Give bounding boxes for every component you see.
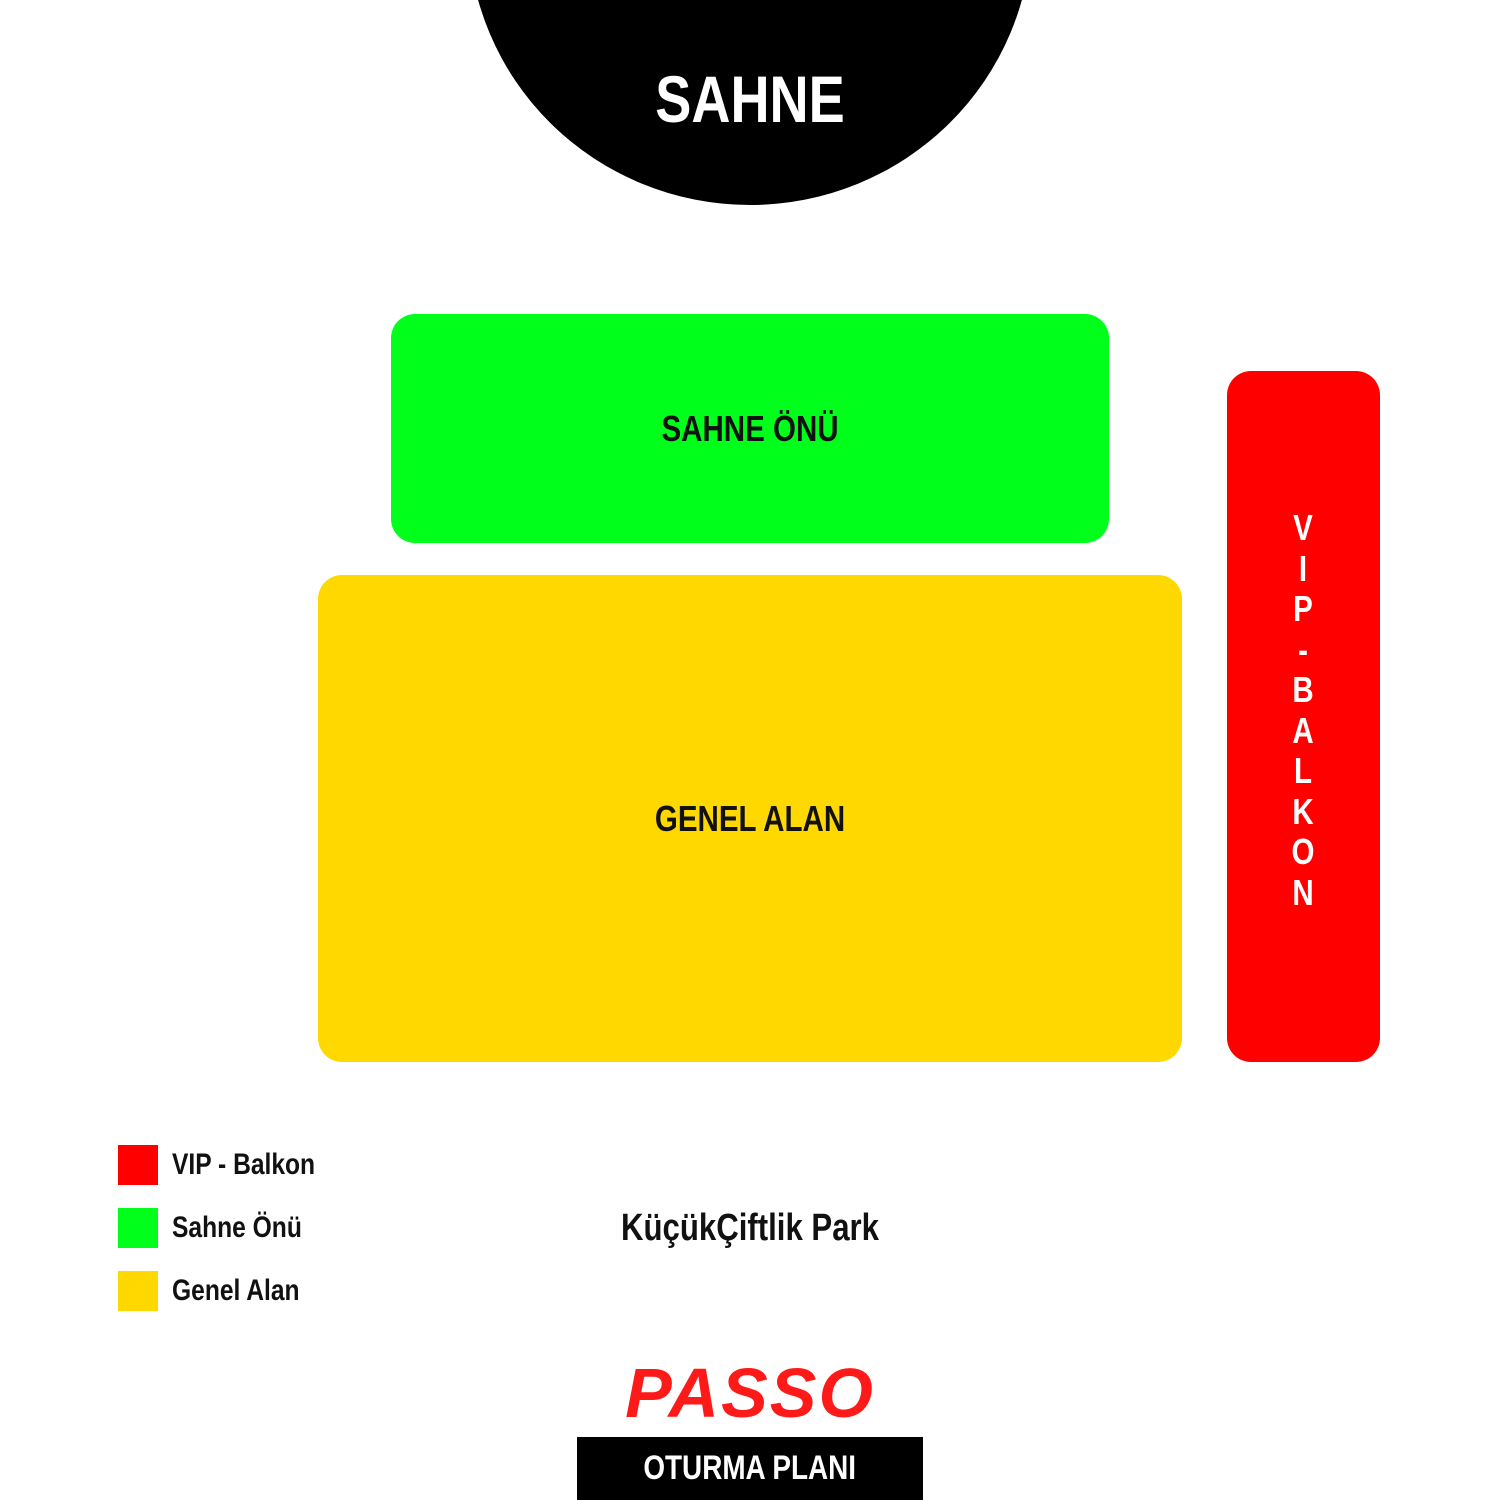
legend-item-sahne-onu: Sahne Önü bbox=[118, 1208, 347, 1248]
legend-label: Genel Alan bbox=[172, 1274, 300, 1307]
legend: VIP - Balkon Sahne Önü Genel Alan bbox=[118, 1145, 347, 1334]
venue-name: KüçükÇiftlik Park bbox=[620, 1207, 880, 1249]
vip-label-char: P bbox=[1293, 588, 1314, 629]
vip-label-char: I bbox=[1299, 547, 1308, 589]
vip-label-char: L bbox=[1294, 750, 1313, 791]
legend-item-vip-balkon: VIP - Balkon bbox=[118, 1145, 347, 1185]
vip-label-char: V bbox=[1293, 507, 1314, 548]
footer-label: OTURMA PLANI bbox=[643, 1449, 857, 1487]
zone-sahne-onu-label: SAHNE ÖNÜ bbox=[661, 407, 839, 449]
zone-genel-alan-label: GENEL ALAN bbox=[654, 797, 846, 839]
legend-swatch bbox=[118, 1271, 158, 1311]
vip-label-char: - bbox=[1298, 628, 1309, 670]
vip-label-char: K bbox=[1292, 790, 1315, 832]
vip-label-char: A bbox=[1292, 709, 1315, 751]
legend-label: VIP - Balkon bbox=[172, 1148, 316, 1181]
vip-label-char: N bbox=[1292, 871, 1315, 913]
brand-logo: PASSO bbox=[625, 1354, 875, 1432]
legend-label: Sahne Önü bbox=[172, 1211, 302, 1244]
zone-vip-balkon[interactable]: V I P - B A L K O N bbox=[1227, 371, 1380, 1062]
vip-label-char: O bbox=[1292, 831, 1315, 872]
zone-sahne-onu[interactable]: SAHNE ÖNÜ bbox=[391, 314, 1109, 543]
legend-swatch bbox=[118, 1145, 158, 1185]
legend-item-genel-alan: Genel Alan bbox=[118, 1271, 347, 1311]
stage-label: SAHNE bbox=[655, 62, 845, 136]
legend-swatch bbox=[118, 1208, 158, 1248]
footer-bar: OTURMA PLANI bbox=[577, 1437, 923, 1500]
vip-label-char: B bbox=[1292, 669, 1315, 710]
zone-genel-alan[interactable]: GENEL ALAN bbox=[318, 575, 1182, 1062]
zone-vip-balkon-label: V I P - B A L K O N bbox=[1289, 507, 1317, 913]
